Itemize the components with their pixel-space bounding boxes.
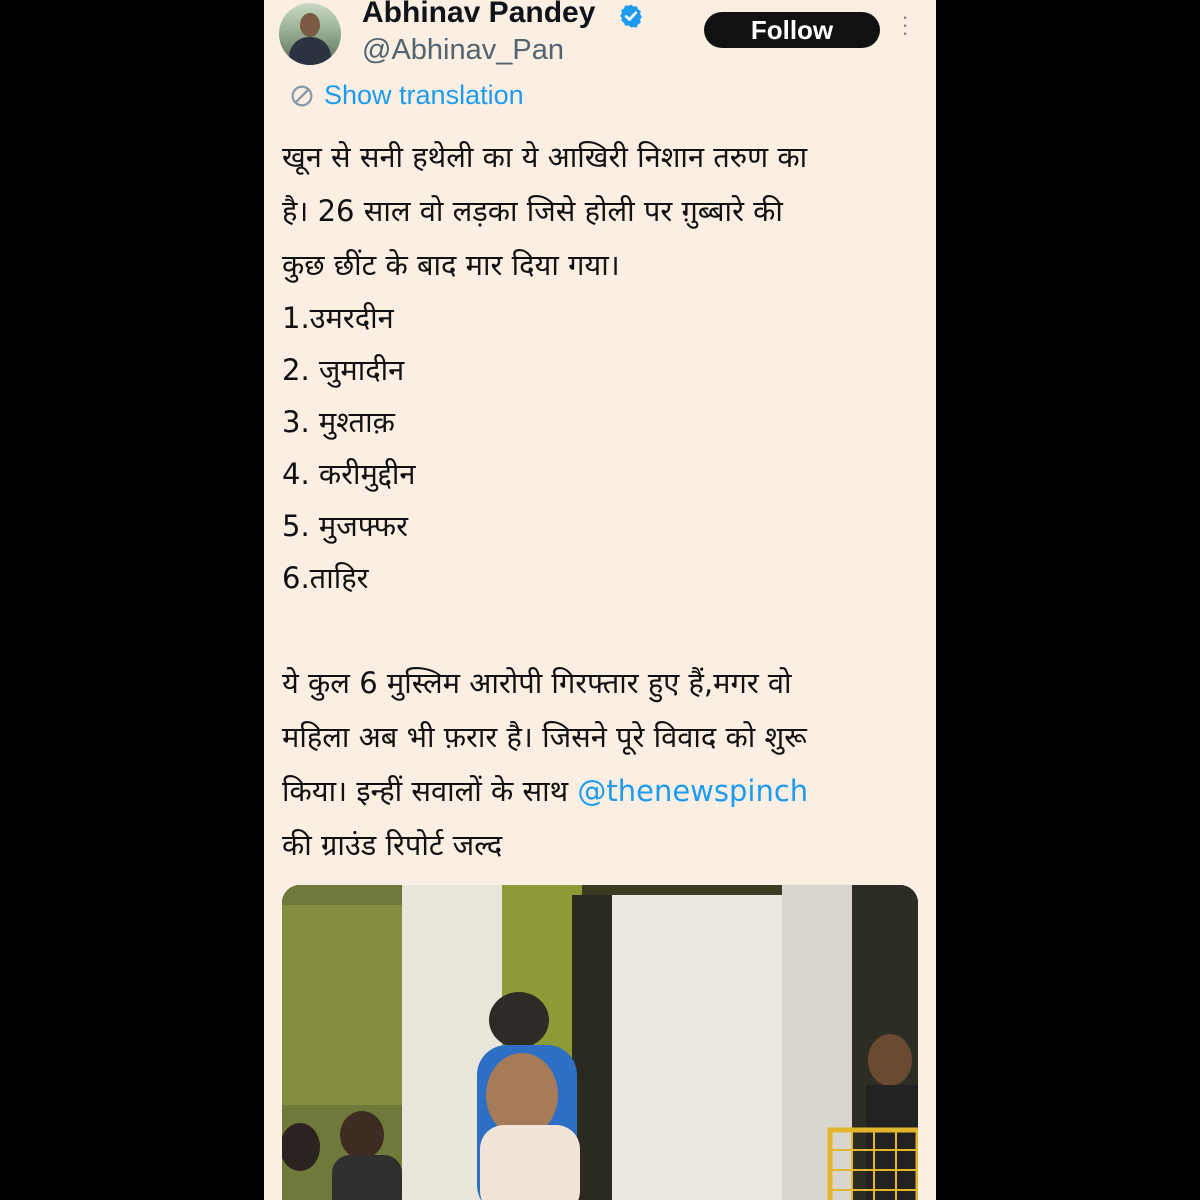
tweet-text: खून से सनी हथेली का ये आखिरी निशान तरुण … bbox=[282, 130, 922, 872]
accused-list-item: 6.ताहिर bbox=[282, 561, 369, 595]
tweet-outro-line: ये कुल 6 मुस्लिम आरोपी गिरफ्तार हुए हैं,… bbox=[282, 666, 792, 700]
accused-list-item: 3. मुश्ताक़ bbox=[282, 405, 395, 439]
translate-icon bbox=[291, 85, 313, 106]
tweet-outro-prefix: किया। इन्हीं सवालों के साथ bbox=[282, 774, 578, 808]
tweet-card: Abhinav Pandey @Abhinav_Pan Follow · · · S… bbox=[264, 0, 936, 1200]
tweet-outro-line: की ग्राउंड रिपोर्ट जल्द bbox=[282, 828, 503, 862]
tweet-intro-line: है। 26 साल वो लड़का जिसे होली पर ग़ुब्बा… bbox=[282, 194, 783, 228]
accused-list-item: 2. जुमादीन bbox=[282, 353, 405, 387]
mention-link[interactable]: @thenewspinch bbox=[577, 774, 808, 808]
more-vertical-icon[interactable]: · · · bbox=[898, 8, 912, 44]
tweet-photo[interactable] bbox=[282, 885, 918, 1200]
photo-scene bbox=[282, 885, 918, 1200]
author-name[interactable]: Abhinav Pandey bbox=[362, 0, 595, 30]
tweet-outro-line: महिला अब भी फ़रार है। जिसने पूरे विवाद क… bbox=[282, 720, 807, 754]
tweet-intro-line: खून से सनी हथेली का ये आखिरी निशान तरुण … bbox=[282, 140, 808, 174]
accused-list-item: 5. मुजफ्फर bbox=[282, 509, 409, 543]
author-handle[interactable]: @Abhinav_Pan bbox=[362, 34, 564, 67]
tweet-intro-line: कुछ छींट के बाद मार दिया गया। bbox=[282, 248, 620, 282]
accused-list-item: 4. करीमुद्दीन bbox=[282, 457, 416, 491]
follow-button[interactable]: Follow bbox=[704, 12, 880, 48]
tweet-outro-line: किया। इन्हीं सवालों के साथ @thenewspinch bbox=[282, 764, 922, 818]
verified-badge-icon bbox=[620, 4, 642, 28]
show-translation-label: Show translation bbox=[324, 80, 524, 110]
accused-list-item: 1.उमरदीन bbox=[282, 301, 394, 335]
show-translation-link[interactable]: Show translation bbox=[288, 80, 524, 111]
avatar[interactable] bbox=[279, 3, 341, 65]
